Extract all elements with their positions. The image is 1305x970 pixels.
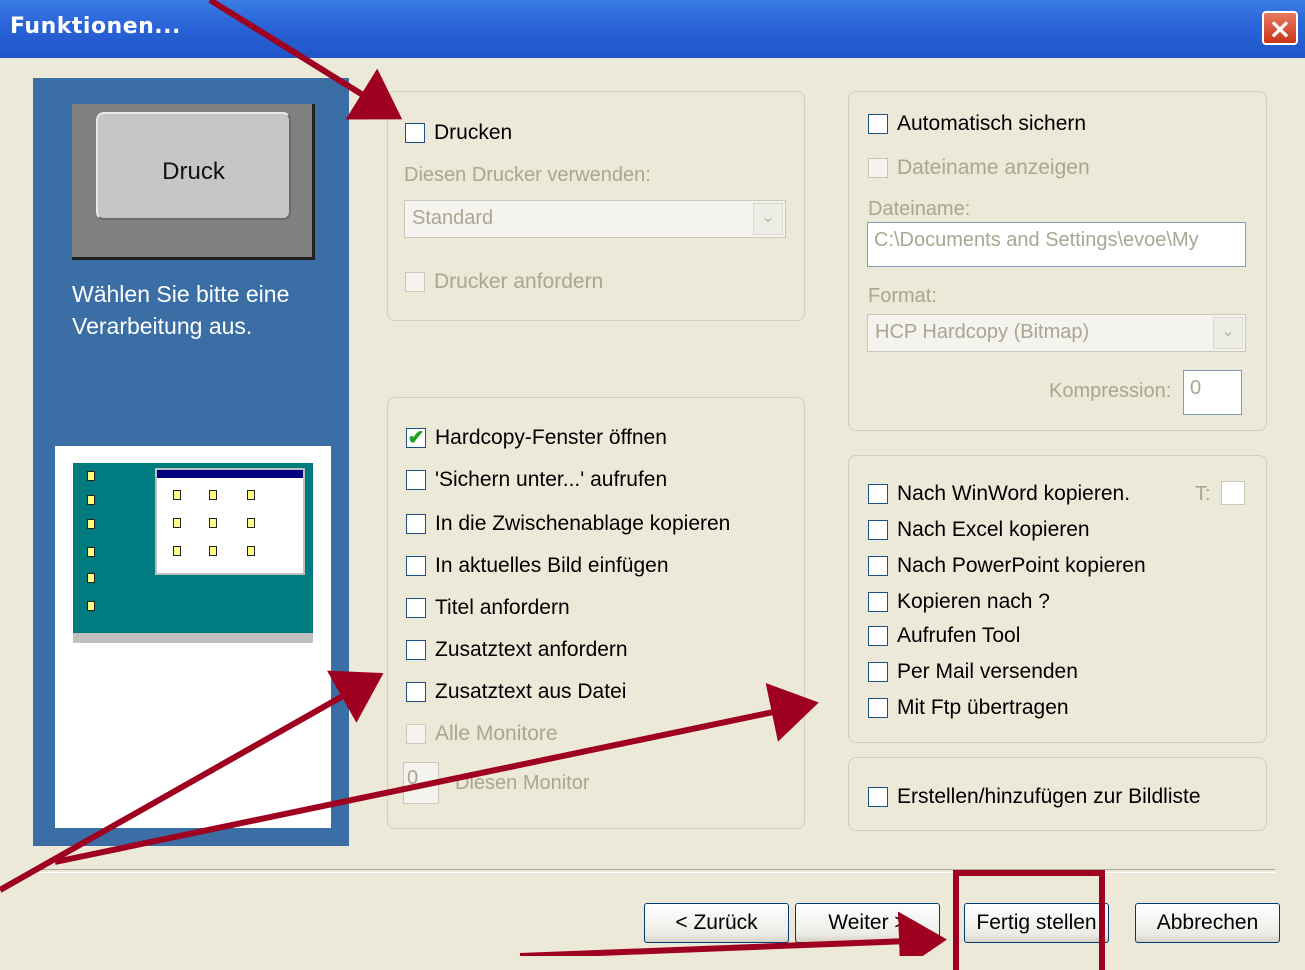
arrow-to-finish bbox=[519, 911, 947, 956]
arrow-to-export bbox=[54, 682, 819, 865]
arrow-to-actions bbox=[0, 670, 384, 893]
arrow-to-print bbox=[208, 0, 403, 120]
annotation-arrows bbox=[0, 0, 947, 956]
